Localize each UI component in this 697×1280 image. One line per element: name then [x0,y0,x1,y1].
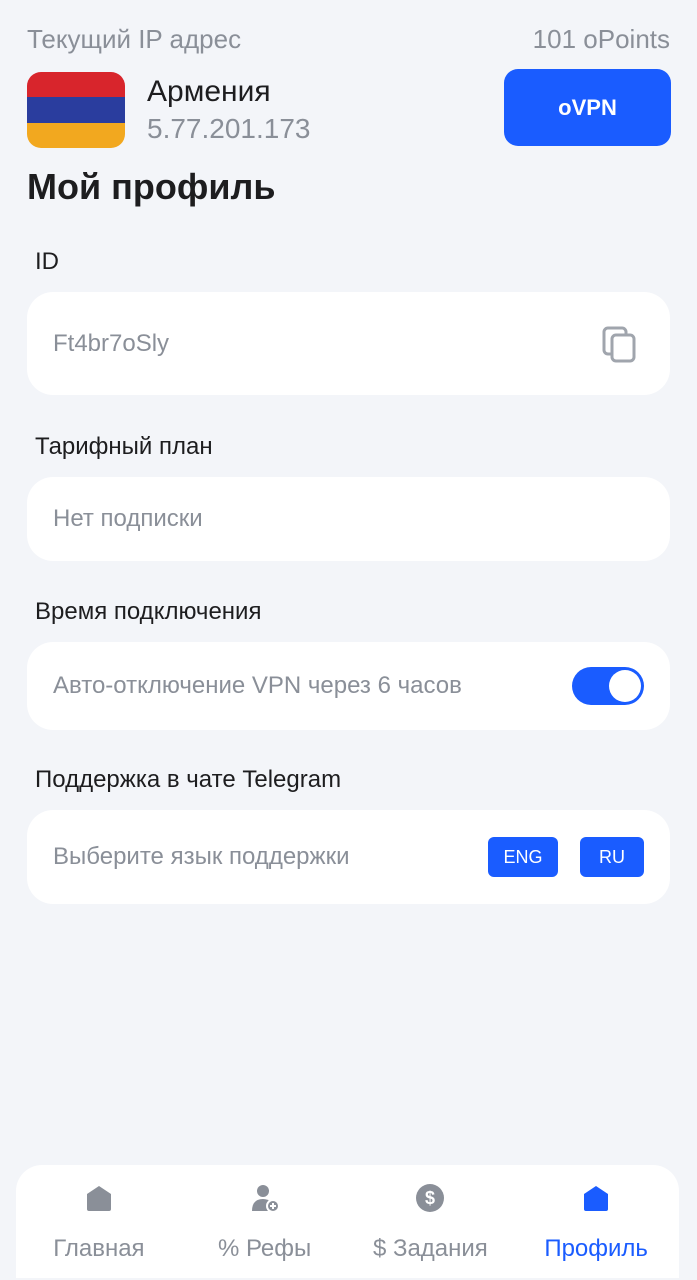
id-card: Ft4br7oSly [27,292,670,395]
dollar-icon: $ [416,1184,445,1212]
tab-profile-label: Профиль [544,1235,648,1262]
page-title: Мой профиль [27,166,276,207]
tab-home-label: Главная [53,1235,145,1262]
lang-ru-button[interactable]: RU [580,837,644,877]
plan-value: Нет подписки [53,505,203,532]
home-icon [584,1186,609,1211]
tab-tasks[interactable]: $ $ Задания [348,1165,514,1278]
toggle-knob [609,670,641,702]
ip-info: Армения 5.77.201.173 [27,72,311,148]
support-card: Выберите язык поддержки ENG RU [27,810,670,904]
country-name: Армения [147,75,271,108]
svg-text:$: $ [425,1188,435,1208]
armenia-flag-icon [27,72,125,148]
plan-label: Тарифный план [35,433,213,460]
home-icon [86,1186,111,1211]
ovpn-button[interactable]: oVPN [504,69,671,146]
auto-disconnect-text: Авто-отключение VPN через 6 часов [53,672,462,699]
lang-eng-button[interactable]: ENG [488,837,558,877]
current-ip-label: Текущий IP адрес [27,24,242,54]
bottom-tab-bar: Главная % Рефы $ $ Задания Профиль [16,1165,679,1278]
profile-screen: Текущий IP адрес 101 oPoints Армения 5.7… [0,0,697,1280]
top-row: Текущий IP адрес 101 oPoints [27,24,670,55]
tab-referrals[interactable]: % Рефы [182,1165,348,1278]
connection-card: Авто-отключение VPN через 6 часов [27,642,670,730]
tab-profile[interactable]: Профиль [513,1165,679,1278]
copy-icon[interactable] [600,324,640,364]
connection-label: Время подключения [35,598,262,625]
auto-disconnect-toggle[interactable] [572,667,644,705]
support-label: Поддержка в чате Telegram [35,766,342,793]
ip-address: 5.77.201.173 [147,113,311,144]
user-id-value: Ft4br7oSly [53,329,170,357]
support-language-prompt: Выберите язык поддержки [53,843,350,870]
tab-referrals-label: % Рефы [217,1235,312,1262]
tab-home[interactable]: Главная [16,1165,182,1278]
id-label: ID [35,248,59,275]
plan-card: Нет подписки [27,477,670,561]
points-balance: 101 oPoints [532,24,670,54]
user-add-icon [251,1185,280,1213]
tab-tasks-label: $ Задания [372,1235,488,1262]
